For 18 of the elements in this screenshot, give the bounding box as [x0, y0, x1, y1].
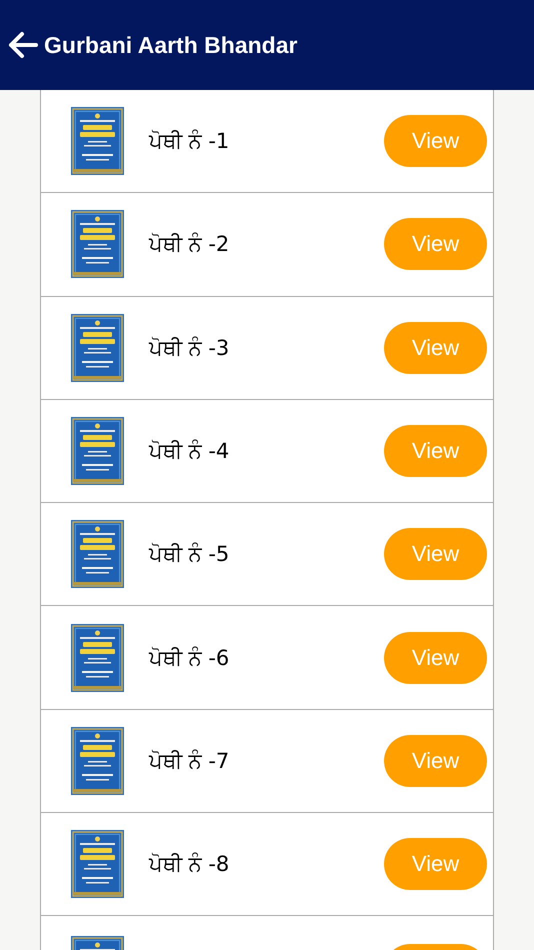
screen-title: Gurbani Aarth Bhandar [44, 32, 298, 58]
book-title: ਪੋਥੀ ਨੰ -1 [149, 129, 230, 154]
view-button[interactable]: View [384, 838, 487, 890]
view-button[interactable]: View [384, 734, 487, 787]
book-title: ਪੋਥੀ ਨੰ -7 [149, 748, 230, 773]
back-arrow-icon[interactable] [6, 30, 40, 60]
book-title: ਪੋਥੀ ਨੰ -4 [149, 439, 230, 464]
book-title: ਪੋਥੀ ਨੰ -3 [149, 336, 230, 360]
view-button[interactable]: View [384, 425, 487, 478]
view-button[interactable]: View [384, 218, 487, 270]
book-title: ਪੋਥੀ ਨੰ -6 [149, 646, 230, 670]
view-button[interactable]: View [384, 115, 487, 168]
view-button[interactable]: View [384, 632, 487, 684]
view-button[interactable]: View [384, 322, 487, 374]
view-button[interactable]: View [384, 528, 487, 580]
book-title: ਪੋਥੀ ਨੰ -5 [149, 542, 230, 566]
book-title: ਪੋਥੀ ਨੰ -8 [149, 852, 230, 876]
book-title: ਪੋਥੀ ਨੰ -2 [149, 232, 230, 256]
